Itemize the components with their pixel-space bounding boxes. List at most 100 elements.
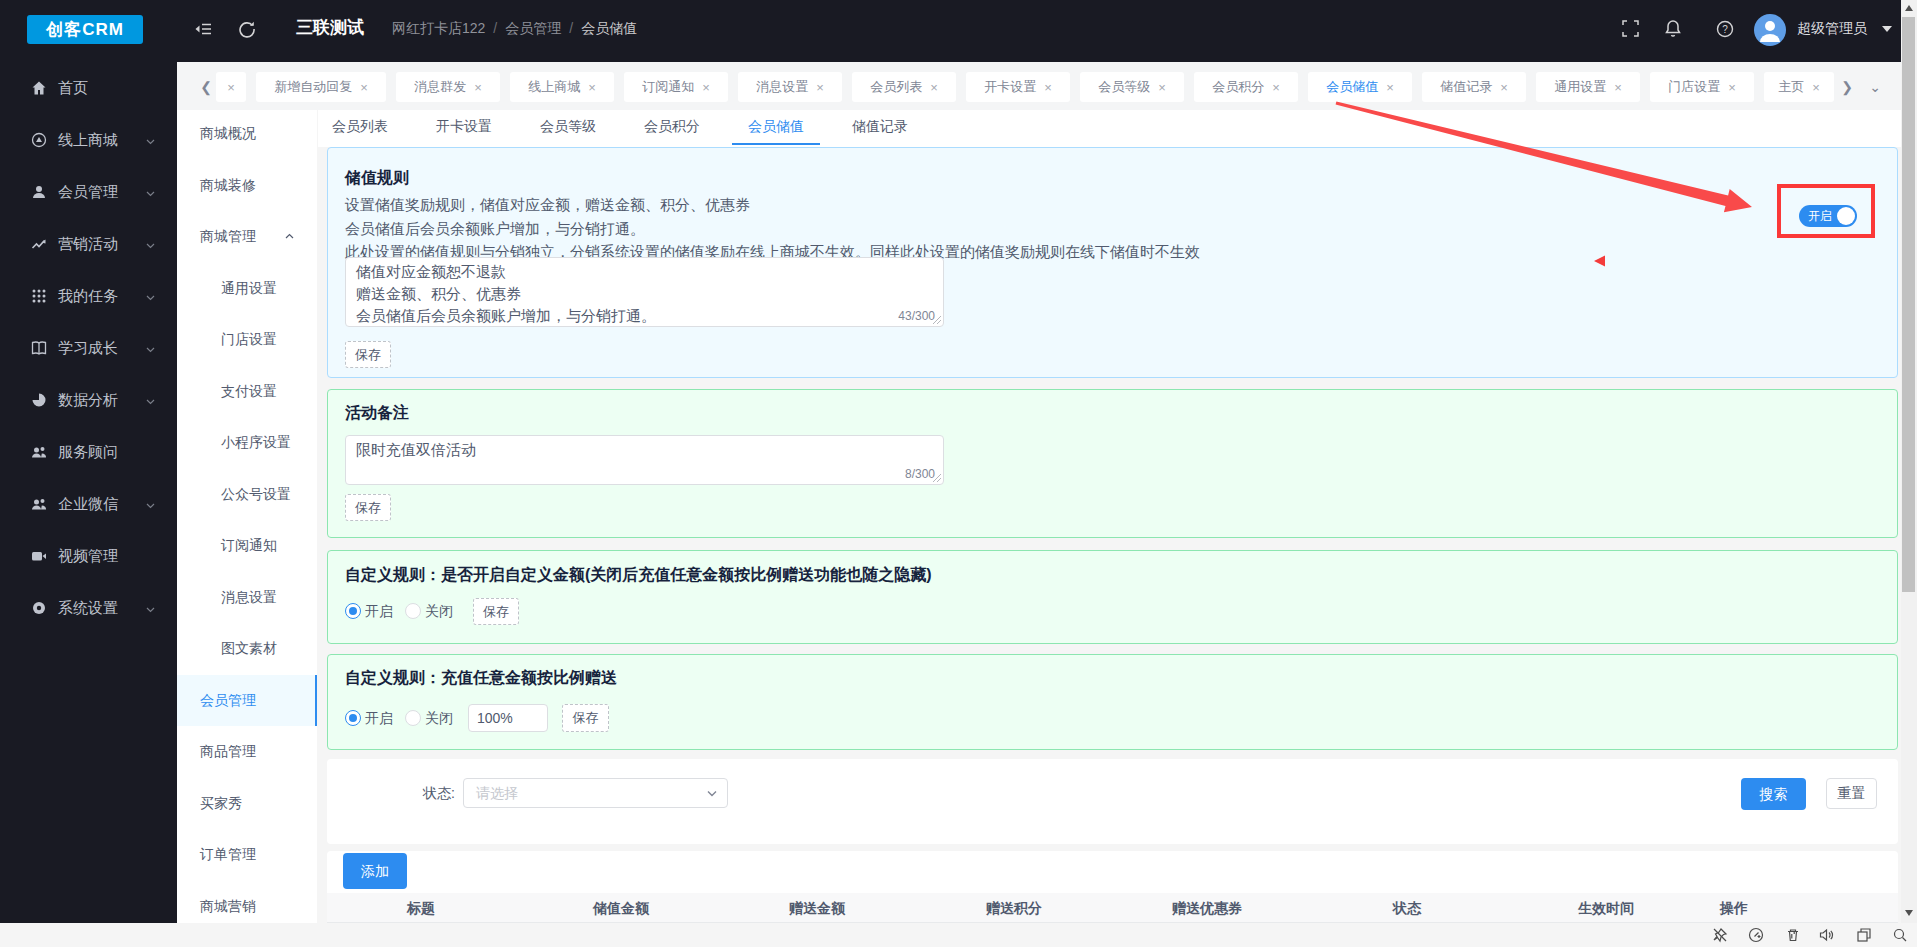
custom1-radio-off[interactable] <box>405 603 421 619</box>
tag-chip[interactable]: 主页× <box>1764 72 1834 102</box>
pin-off-icon[interactable] <box>1712 927 1728 943</box>
tag-close-icon[interactable]: × <box>360 80 368 95</box>
breadcrumb-store[interactable]: 网红打卡店122 <box>392 20 485 36</box>
tag-chip[interactable]: 订阅通知× <box>624 72 728 102</box>
rules-save-button[interactable]: 保存 <box>345 341 391 368</box>
magnifier-icon[interactable] <box>1892 927 1908 943</box>
window-copy-icon[interactable] <box>1856 927 1872 943</box>
sidebar-item-analytics[interactable]: 数据分析 <box>0 374 177 426</box>
tag-chip[interactable]: 会员列表× <box>852 72 956 102</box>
tag-close-icon[interactable]: × <box>1614 80 1622 95</box>
workspace-title[interactable]: 三联测试 <box>296 0 364 56</box>
collapse-sidebar-icon[interactable] <box>194 20 212 38</box>
add-button[interactable]: 添加 <box>343 853 407 889</box>
refresh-icon[interactable] <box>238 20 256 38</box>
submenu-item[interactable]: 订单管理 <box>177 829 317 880</box>
submenu-item[interactable]: 通用设置 <box>177 263 317 314</box>
user-menu-caret-icon[interactable] <box>1882 26 1892 32</box>
speaker-icon[interactable] <box>1818 927 1834 943</box>
tag-chip[interactable]: 开卡设置× <box>966 72 1070 102</box>
tag-close-icon[interactable]: × <box>1728 80 1736 95</box>
custom1-radio-on[interactable] <box>345 603 361 619</box>
tags-menu-icon[interactable]: ⌄ <box>1864 72 1886 102</box>
submenu-item[interactable]: 公众号设置 <box>177 469 317 520</box>
sidebar-item-tasks[interactable]: 我的任务 <box>0 270 177 322</box>
page-scrollbar[interactable] <box>1901 0 1917 923</box>
ratio-input[interactable]: 100% <box>468 704 548 732</box>
submenu-item[interactable]: 买家秀 <box>177 778 317 829</box>
tag-chip-cut[interactable]: × <box>216 72 246 102</box>
submenu-item[interactable]: 图文素材 <box>177 623 317 674</box>
trash-icon[interactable] <box>1785 927 1801 943</box>
remark-textarea[interactable]: 限时充值双倍活动 8/300 <box>345 435 944 485</box>
submenu-item[interactable]: 商品管理 <box>177 726 317 777</box>
tag-close-icon[interactable]: × <box>588 80 596 95</box>
custom2-save-button[interactable]: 保存 <box>562 704 609 732</box>
edit-circle-icon[interactable] <box>1748 927 1764 943</box>
scrollbar-thumb[interactable] <box>1902 17 1915 592</box>
tags-scroll-left-icon[interactable]: ❮ <box>199 72 213 102</box>
custom2-radio-off[interactable] <box>405 710 421 726</box>
notification-bell-icon[interactable] <box>1664 19 1682 37</box>
tag-chip[interactable]: 会员储值× <box>1308 72 1412 102</box>
content-tab[interactable]: 开卡设置 <box>420 110 508 145</box>
tag-chip[interactable]: 会员积分× <box>1194 72 1298 102</box>
tag-close-icon[interactable]: × <box>816 80 824 95</box>
tag-close-icon[interactable]: × <box>702 80 710 95</box>
tag-close-icon[interactable]: × <box>1386 80 1394 95</box>
content-tab[interactable]: 会员积分 <box>628 110 716 145</box>
tag-close-icon[interactable]: × <box>1500 80 1508 95</box>
reset-button[interactable]: 重置 <box>1826 778 1877 809</box>
scroll-up-icon[interactable] <box>1905 5 1913 11</box>
content-tab[interactable]: 储值记录 <box>836 110 924 145</box>
sidebar-item-learning[interactable]: 学习成长 <box>0 322 177 374</box>
submenu-item[interactable]: 商城装修 <box>177 160 317 211</box>
custom1-save-button[interactable]: 保存 <box>473 598 519 625</box>
tag-chip[interactable]: 消息群发× <box>396 72 500 102</box>
content-tab[interactable]: 会员列表 <box>316 110 404 145</box>
content-tab[interactable]: 会员储值 <box>732 110 820 145</box>
breadcrumb-member[interactable]: 会员管理 <box>505 20 561 36</box>
tag-chip[interactable]: 储值记录× <box>1422 72 1526 102</box>
tag-chip[interactable]: 消息设置× <box>738 72 842 102</box>
rules-textarea[interactable]: 储值对应金额恕不退款 赠送金额、积分、优惠券 会员储值后会员余额账户增加，与分销… <box>345 257 944 327</box>
submenu-item[interactable]: 消息设置 <box>177 572 317 623</box>
help-icon[interactable]: ? <box>1716 20 1734 38</box>
sidebar-item-mall[interactable]: 线上商城 <box>0 114 177 166</box>
app-logo[interactable]: 创客CRM <box>27 15 143 44</box>
status-select[interactable]: 请选择 <box>463 778 728 808</box>
submenu-item[interactable]: 小程序设置 <box>177 417 317 468</box>
tag-chip[interactable]: 会员等级× <box>1080 72 1184 102</box>
tag-chip[interactable]: 通用设置× <box>1536 72 1640 102</box>
submenu-item[interactable]: 商城管理 <box>177 211 317 262</box>
sidebar-item-marketing[interactable]: 营销活动 <box>0 218 177 270</box>
sidebar-item-member[interactable]: 会员管理 <box>0 166 177 218</box>
user-name[interactable]: 超级管理员 <box>1797 0 1867 56</box>
tag-close-icon[interactable]: × <box>227 80 235 95</box>
textarea-resize-handle[interactable] <box>932 473 942 483</box>
tag-close-icon[interactable]: × <box>1812 80 1820 95</box>
tag-close-icon[interactable]: × <box>1044 80 1052 95</box>
tag-chip[interactable]: 门店设置× <box>1650 72 1754 102</box>
tag-chip[interactable]: 线上商城× <box>510 72 614 102</box>
sidebar-item-wecom[interactable]: 企业微信 <box>0 478 177 530</box>
tags-scroll-right-icon[interactable]: ❯ <box>1840 72 1854 102</box>
custom2-radio-on[interactable] <box>345 710 361 726</box>
sidebar-item-video[interactable]: 视频管理 <box>0 530 177 582</box>
sidebar-item-settings[interactable]: 系统设置 <box>0 582 177 634</box>
remark-save-button[interactable]: 保存 <box>345 494 391 521</box>
submenu-item[interactable]: 门店设置 <box>177 314 317 365</box>
search-button[interactable]: 搜索 <box>1741 778 1806 810</box>
fullscreen-icon[interactable] <box>1622 20 1640 38</box>
tag-close-icon[interactable]: × <box>474 80 482 95</box>
textarea-resize-handle[interactable] <box>932 315 942 325</box>
submenu-item[interactable]: 支付设置 <box>177 366 317 417</box>
tag-close-icon[interactable]: × <box>1272 80 1280 95</box>
tag-chip[interactable]: 新增自动回复× <box>256 72 386 102</box>
sidebar-item-advisor[interactable]: 服务顾问 <box>0 426 177 478</box>
user-avatar[interactable] <box>1754 14 1786 46</box>
submenu-item[interactable]: 商城概况 <box>177 108 317 159</box>
tag-close-icon[interactable]: × <box>1158 80 1166 95</box>
scroll-down-icon[interactable] <box>1905 910 1913 916</box>
submenu-item[interactable]: 会员管理 <box>177 675 317 726</box>
